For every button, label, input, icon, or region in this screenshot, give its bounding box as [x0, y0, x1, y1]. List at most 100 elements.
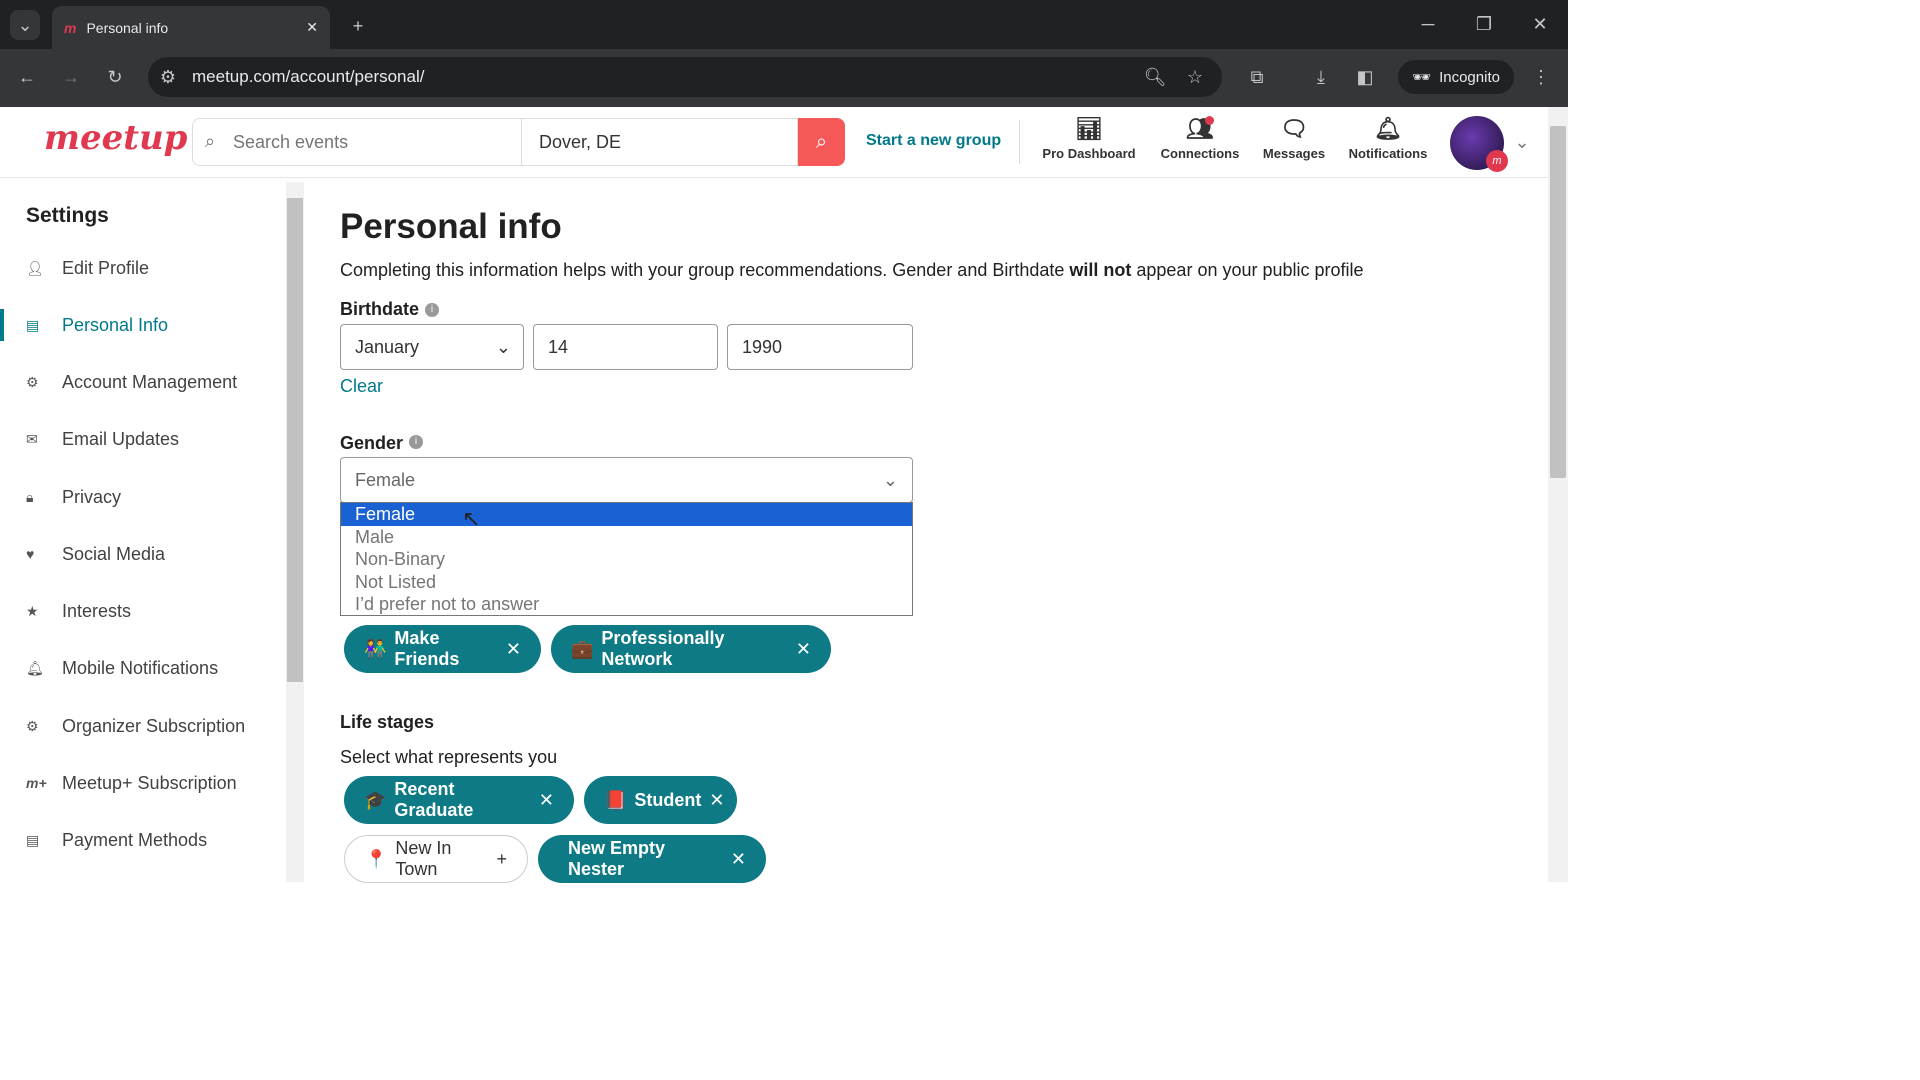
- add-icon[interactable]: +: [496, 849, 507, 870]
- search-icon: ⌕: [815, 130, 828, 153]
- gender-select[interactable]: Female ⌄: [340, 457, 913, 503]
- month-select[interactable]: January ⌄: [340, 324, 524, 370]
- sidebar-item-mobile-notifications[interactable]: 🔔︎ Mobile Notifications: [0, 648, 286, 688]
- sidebar-item-edit-profile[interactable]: 👤︎ Edit Profile: [0, 248, 286, 288]
- location-input[interactable]: Dover, DE: [539, 132, 621, 153]
- restore-icon[interactable]: ❐: [1472, 10, 1496, 38]
- start-new-group-link[interactable]: Start a new group: [866, 132, 1001, 150]
- incognito-icon: 🕶︎: [1412, 69, 1432, 86]
- new-tab-icon[interactable]: +: [344, 12, 372, 40]
- sidebar-item-interests[interactable]: ★ Interests: [0, 591, 286, 631]
- page-title: Personal info: [340, 207, 562, 246]
- reload-icon[interactable]: ↻: [102, 64, 128, 90]
- close-tab-icon[interactable]: ✕: [306, 19, 318, 36]
- nav-messages[interactable]: 🗨︎ Messages: [1244, 116, 1344, 161]
- incognito-indicator[interactable]: 🕶︎ Incognito: [1398, 60, 1514, 94]
- minimize-icon[interactable]: ─: [1416, 10, 1440, 38]
- life-stages-subtitle: Select what represents you: [340, 747, 558, 767]
- bookmark-star-icon[interactable]: ☆: [1182, 64, 1208, 90]
- gender-option-male[interactable]: Male: [341, 526, 912, 549]
- briefcase-emoji-icon: 💼: [571, 638, 594, 659]
- page-scrollbar-thumb[interactable]: [1550, 126, 1566, 478]
- zoom-icon[interactable]: 🔍︎: [1142, 64, 1168, 90]
- remove-icon[interactable]: ✕: [731, 849, 746, 870]
- mouse-cursor: ↖: [462, 506, 481, 531]
- meetup-favicon-icon: m: [64, 19, 77, 36]
- gear-icon: ⚙: [26, 373, 39, 390]
- gender-option-female[interactable]: Female: [341, 503, 912, 526]
- sidebar-item-label: Social Media: [62, 543, 166, 564]
- extensions-icon[interactable]: ⧉: [1244, 64, 1270, 90]
- year-input[interactable]: 1990: [727, 324, 913, 370]
- chevron-down-icon: ⌄: [495, 336, 511, 357]
- birthdate-label: Birthdate: [340, 299, 420, 319]
- remove-icon[interactable]: ✕: [539, 790, 554, 811]
- remove-icon[interactable]: ✕: [709, 790, 724, 811]
- intro-part: appear on your public profile: [1131, 260, 1364, 280]
- search-button[interactable]: ⌕: [798, 118, 845, 166]
- url-text: meetup.com/account/personal/: [192, 67, 425, 86]
- remove-icon[interactable]: ✕: [796, 639, 811, 660]
- sidebar-item-email-updates[interactable]: ✉ Email Updates: [0, 419, 286, 459]
- download-icon[interactable]: ⤓: [1308, 64, 1334, 90]
- chip-professionally-network[interactable]: 💼 Professionally Network ✕: [551, 625, 831, 673]
- sidebar-item-personal-info[interactable]: ▤ Personal Info: [0, 305, 286, 345]
- menu-icon[interactable]: ⋮: [1530, 64, 1552, 90]
- chevron-down-icon[interactable]: ⌄: [1512, 132, 1532, 152]
- sidebar-item-account-management[interactable]: ⚙ Account Management: [0, 362, 286, 402]
- side-panel-icon[interactable]: ◧: [1352, 64, 1378, 90]
- tab-list-icon[interactable]: ⌄: [10, 10, 40, 40]
- clear-link[interactable]: Clear: [340, 376, 383, 397]
- close-window-icon[interactable]: ✕: [1528, 10, 1552, 38]
- bell-icon: 🔔︎: [1374, 116, 1402, 141]
- sidebar-item-label: Organizer Subscription: [62, 715, 246, 736]
- chip-new-in-town[interactable]: 📍 New In Town +: [344, 835, 528, 883]
- nav-pro-dashboard[interactable]: 📊︎ Pro Dashboard: [1039, 116, 1139, 161]
- intro-text: Completing this information helps with y…: [340, 260, 1364, 281]
- heart-chat-icon: ♥: [26, 546, 35, 562]
- divider: [521, 119, 522, 165]
- forward-icon[interactable]: →: [58, 64, 84, 90]
- sidebar-item-meetup-plus-subscription[interactable]: m+ Meetup+ Subscription: [0, 763, 286, 803]
- nav-notifications[interactable]: 🔔︎ Notifications: [1338, 116, 1438, 161]
- info-icon[interactable]: i: [425, 303, 439, 317]
- chip-label: Student: [634, 789, 702, 810]
- incognito-label: Incognito: [1439, 68, 1500, 86]
- chip-student[interactable]: 📕 Student ✕: [584, 776, 737, 824]
- life-stages-title: Life stages: [340, 712, 435, 732]
- meetup-logo[interactable]: meetup: [44, 118, 187, 158]
- day-input[interactable]: 14: [533, 324, 718, 370]
- tab-title: Personal info: [86, 19, 169, 36]
- gender-option-non-binary[interactable]: Non-Binary: [341, 548, 912, 571]
- info-icon[interactable]: i: [409, 435, 423, 449]
- gender-option-prefer-not[interactable]: I’d prefer not to answer: [341, 593, 912, 616]
- remove-icon[interactable]: ✕: [506, 639, 521, 660]
- search-input[interactable]: Search events: [233, 132, 348, 153]
- sidebar-item-label: Payment Methods: [62, 829, 208, 850]
- site-info-icon[interactable]: ⚙: [156, 66, 180, 88]
- chip-label: Professionally Network: [601, 628, 725, 669]
- sidebar-item-organizer-subscription[interactable]: ⚙ Organizer Subscription: [0, 706, 286, 746]
- sidebar-item-label: Meetup+ Subscription: [62, 772, 237, 793]
- chip-make-friends[interactable]: 👫 Make Friends ✕: [344, 625, 541, 673]
- sidebar-item-privacy[interactable]: 🔒︎ Privacy: [0, 477, 286, 517]
- sidebar-item-social-media[interactable]: ♥ Social Media: [0, 534, 286, 574]
- browser-tab[interactable]: m Personal info ✕: [52, 6, 330, 49]
- chip-label: New In Town: [395, 838, 452, 879]
- address-bar[interactable]: meetup.com/account/personal/: [148, 57, 1222, 97]
- gender-option-not-listed[interactable]: Not Listed: [341, 571, 912, 594]
- card-icon: ▤: [26, 831, 40, 848]
- mail-icon: ✉: [26, 430, 38, 447]
- gender-label: Gender: [340, 433, 404, 453]
- nav-connections[interactable]: 👥︎ Connections: [1150, 116, 1250, 161]
- sidebar-item-label: Personal Info: [62, 314, 169, 335]
- sidebar-item-payment-methods[interactable]: ▤ Payment Methods: [0, 820, 286, 860]
- sidebar-item-label: Edit Profile: [62, 257, 150, 278]
- sidebar-item-label: Account Management: [62, 371, 238, 392]
- chip-new-empty-nester[interactable]: New Empty Nester ✕: [538, 835, 766, 883]
- chip-label: Recent Graduate: [394, 779, 474, 820]
- chip-recent-graduate[interactable]: 🎓 Recent Graduate ✕: [344, 776, 574, 824]
- people-icon: 👥︎: [1186, 116, 1214, 141]
- sidebar-scrollbar-thumb[interactable]: [287, 198, 303, 682]
- back-icon[interactable]: ←: [14, 64, 40, 90]
